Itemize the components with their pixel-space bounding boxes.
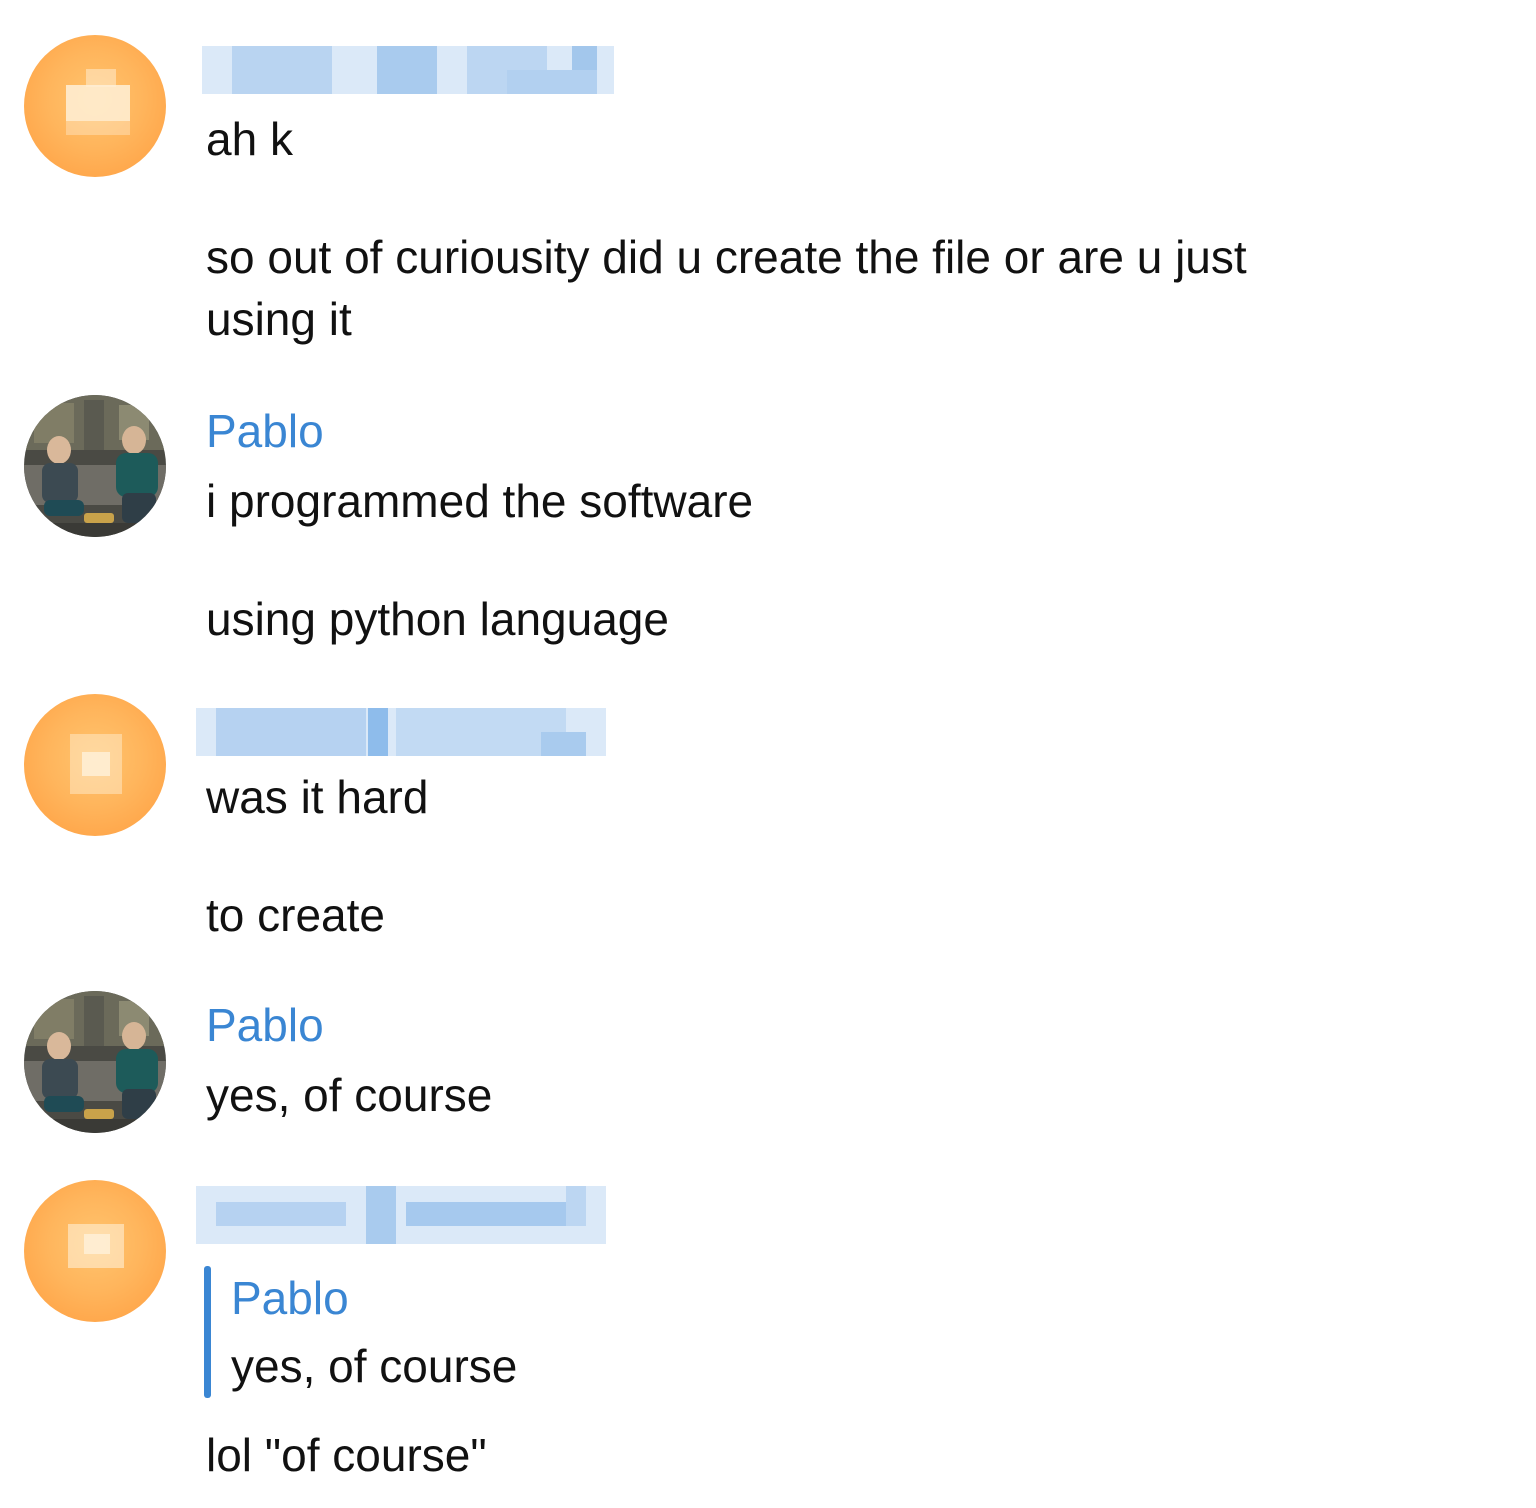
- message-text: ah k: [206, 113, 293, 165]
- avatar[interactable]: [24, 991, 166, 1133]
- message-text: was it hard: [206, 771, 429, 823]
- message-text: yes, of course: [206, 1069, 493, 1121]
- reply-sender-name: Pablo: [231, 1272, 349, 1324]
- avatar[interactable]: [24, 1180, 166, 1322]
- avatar[interactable]: [24, 395, 166, 537]
- profile-photo-icon: [24, 991, 166, 1133]
- message-text: i programmed the software: [206, 475, 754, 527]
- sender-name[interactable]: Pablo: [206, 997, 324, 1053]
- message-text: lol "of course": [206, 1429, 487, 1481]
- sender-name[interactable]: Pablo: [206, 403, 324, 459]
- redacted-sender-name[interactable]: [196, 1186, 606, 1244]
- redacted-sender-name[interactable]: [202, 46, 614, 94]
- avatar[interactable]: [24, 694, 166, 836]
- avatar[interactable]: [24, 35, 166, 177]
- profile-photo-icon: [24, 395, 166, 537]
- reply-quote[interactable]: Pablo yes, of course: [204, 1266, 517, 1398]
- message-text: using it: [206, 293, 352, 345]
- message-text: so out of curiousity did u create the fi…: [206, 231, 1247, 283]
- redacted-sender-name[interactable]: [196, 708, 606, 756]
- chat-history: ah k so out of curiousity did u create t…: [0, 0, 1536, 1508]
- message-text: to create: [206, 889, 385, 941]
- reply-text: yes, of course: [231, 1340, 518, 1392]
- message-text: using python language: [206, 593, 669, 645]
